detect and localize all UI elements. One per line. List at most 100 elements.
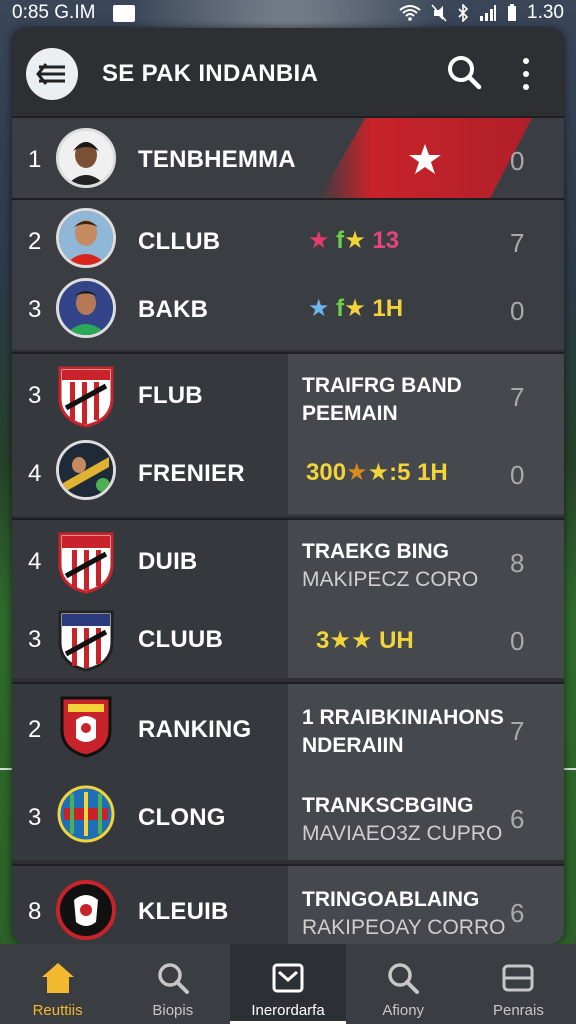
nav-biopis[interactable]: Biopis [115, 944, 230, 1024]
star-icon: ★ [346, 459, 368, 486]
info-title: TRANKSCBGING [302, 794, 474, 817]
bluetooth-icon [458, 4, 469, 22]
stats-value: 1H [372, 295, 404, 322]
status-time: 0:85 G.IM [12, 2, 96, 23]
table-row[interactable]: 4 DUIB TRAEKG BING MAKIPECZ CORO 8 [12, 520, 564, 600]
status-bar: 0:85 G.IM 1.30 [0, 0, 576, 26]
table-row[interactable]: 4 FRENIER 300★★:5 1H 0 [12, 434, 564, 514]
table-row[interactable]: 1 TENBHEMMA 0 [12, 118, 564, 198]
info-subtitle: MAKIPECZ CORO [302, 568, 479, 591]
star-icon: ★ [308, 295, 330, 322]
points-value: 0 [510, 296, 525, 326]
club-name: CLUUB [138, 626, 223, 653]
player-avatar [56, 128, 116, 188]
club-name: CLONG [138, 804, 226, 831]
stats-value: 13 [372, 227, 400, 254]
club-crest-icon [58, 610, 114, 672]
table-row[interactable]: 3 CLUUB 3★★ UH 0 [12, 598, 564, 678]
info-title: TRINGOABLAING [302, 888, 480, 911]
table-row[interactable]: 3 FLUB TRAIFRG BAND PEEMAIN 7 [12, 354, 564, 434]
menu-button[interactable] [26, 48, 78, 100]
club-name: FLUB [138, 382, 203, 409]
table-row[interactable]: 3 BAKB ★ f★ 1H 0 [12, 270, 564, 350]
bottom-navigation: Reuttiis Biopis Inerordarfa Afiony Penra… [0, 944, 576, 1024]
club-name: KLEUIB [138, 898, 229, 925]
stats-prefix: 300 [306, 459, 347, 486]
app-header: SE PAK INDANBIA [12, 28, 564, 116]
points-value: 0 [510, 626, 525, 656]
search-button[interactable] [444, 52, 484, 92]
stats-prefix: 3 [316, 627, 330, 654]
standing-group: 2 CLLUB ★ f★ 13 7 3 BAKB ★ f★ 1H 0 [12, 198, 564, 350]
points-value: 0 [510, 460, 525, 490]
rank-number: 3 [28, 626, 42, 653]
standing-group: 8 KLEUIB TRINGOABLAING RAKIPEOAY CORRO 6 [12, 864, 564, 944]
player-avatar [56, 208, 116, 268]
star-icon: ★ [308, 227, 330, 254]
more-dot-icon [523, 58, 529, 64]
table-row[interactable]: 2 CLLUB ★ f★ 13 7 [12, 200, 564, 280]
inbox-icon [272, 963, 304, 993]
nav-label: Penrais [492, 1002, 544, 1019]
standings-panel: SE PAK INDANBIA 1 TENBHEMMA 0 2 CLLUB ★ … [12, 28, 564, 944]
rank-number: 2 [28, 228, 42, 255]
points-value: 7 [510, 382, 525, 412]
notification-icon [113, 4, 136, 22]
rank-number: 4 [28, 460, 42, 487]
info-title: 1 RRAIBKINIAHONS [302, 706, 504, 729]
rank-number: 3 [28, 382, 42, 409]
points-value: 0 [510, 146, 525, 176]
signal-icon [480, 5, 497, 21]
nav-label: Inerordarfa [251, 1002, 325, 1019]
home-icon [41, 963, 74, 993]
more-dot-icon [523, 84, 529, 90]
info-block: 1 RRAIBKINIAHONS NDERAIIN [302, 704, 504, 760]
stats-line: 3★★ UH [316, 626, 414, 655]
club-crest-icon [58, 366, 114, 428]
nav-penrais[interactable]: Penrais [461, 944, 576, 1024]
info-block: TRAIFRG BAND PEEMAIN [302, 372, 462, 428]
stats-value: UH [379, 627, 414, 654]
info-block: TRINGOABLAING RAKIPEOAY CORRO [302, 886, 505, 942]
table-row[interactable]: 2 RANKING 1 RRAIBKINIAHONS NDERAIIN 7 [12, 684, 564, 764]
club-name: RANKING [138, 716, 252, 743]
standing-group: 1 TENBHEMMA 0 [12, 116, 564, 200]
standing-group: 3 FLUB TRAIFRG BAND PEEMAIN 7 4 FRENIER … [12, 352, 564, 516]
nav-label: Reuttiis [32, 1002, 83, 1019]
nav-label: Afiony [382, 1002, 425, 1019]
trend-icon: f [329, 227, 345, 254]
points-value: 6 [510, 898, 525, 928]
nav-label: Biopis [152, 1002, 194, 1019]
wifi-icon [399, 5, 421, 21]
points-value: 7 [510, 716, 525, 746]
info-subtitle: PEEMAIN [302, 402, 398, 425]
stats-line: ★ f★ 13 [308, 226, 399, 255]
table-row[interactable]: 3 CLONG TRANKSCBGING MAVIAEO3Z CUPRO 6 [12, 774, 564, 854]
club-crest-icon [58, 532, 114, 594]
nav-results[interactable]: Reuttiis [0, 944, 115, 1024]
tablet-icon [502, 964, 534, 992]
player-avatar [56, 440, 116, 500]
info-title: TRAIFRG BAND [302, 374, 462, 397]
more-options-button[interactable] [514, 54, 538, 94]
table-row[interactable]: 8 KLEUIB TRINGOABLAING RAKIPEOAY CORRO 6 [12, 866, 564, 944]
hamburger-back-icon [36, 63, 65, 85]
battery-time: 1.30 [527, 2, 564, 23]
star-icon [409, 144, 441, 174]
nav-inerordarfa[interactable]: Inerordarfa [230, 944, 346, 1024]
info-subtitle: RAKIPEOAY CORRO [302, 916, 506, 939]
mute-icon [431, 4, 447, 22]
trend-icon: f [329, 295, 345, 322]
club-name: DUIB [138, 548, 198, 575]
nav-afiony[interactable]: Afiony [346, 944, 461, 1024]
club-crest-icon [60, 696, 112, 758]
star-icon: ★ [329, 627, 351, 654]
stats-value: :5 1H [389, 459, 448, 486]
rank-number: 4 [28, 548, 42, 575]
search-icon [448, 56, 482, 90]
info-title: TRAEKG BING [302, 540, 449, 563]
club-crest-icon [57, 785, 115, 843]
rank-number: 8 [28, 898, 42, 925]
rank-number: 2 [28, 716, 42, 743]
points-value: 6 [510, 804, 525, 834]
